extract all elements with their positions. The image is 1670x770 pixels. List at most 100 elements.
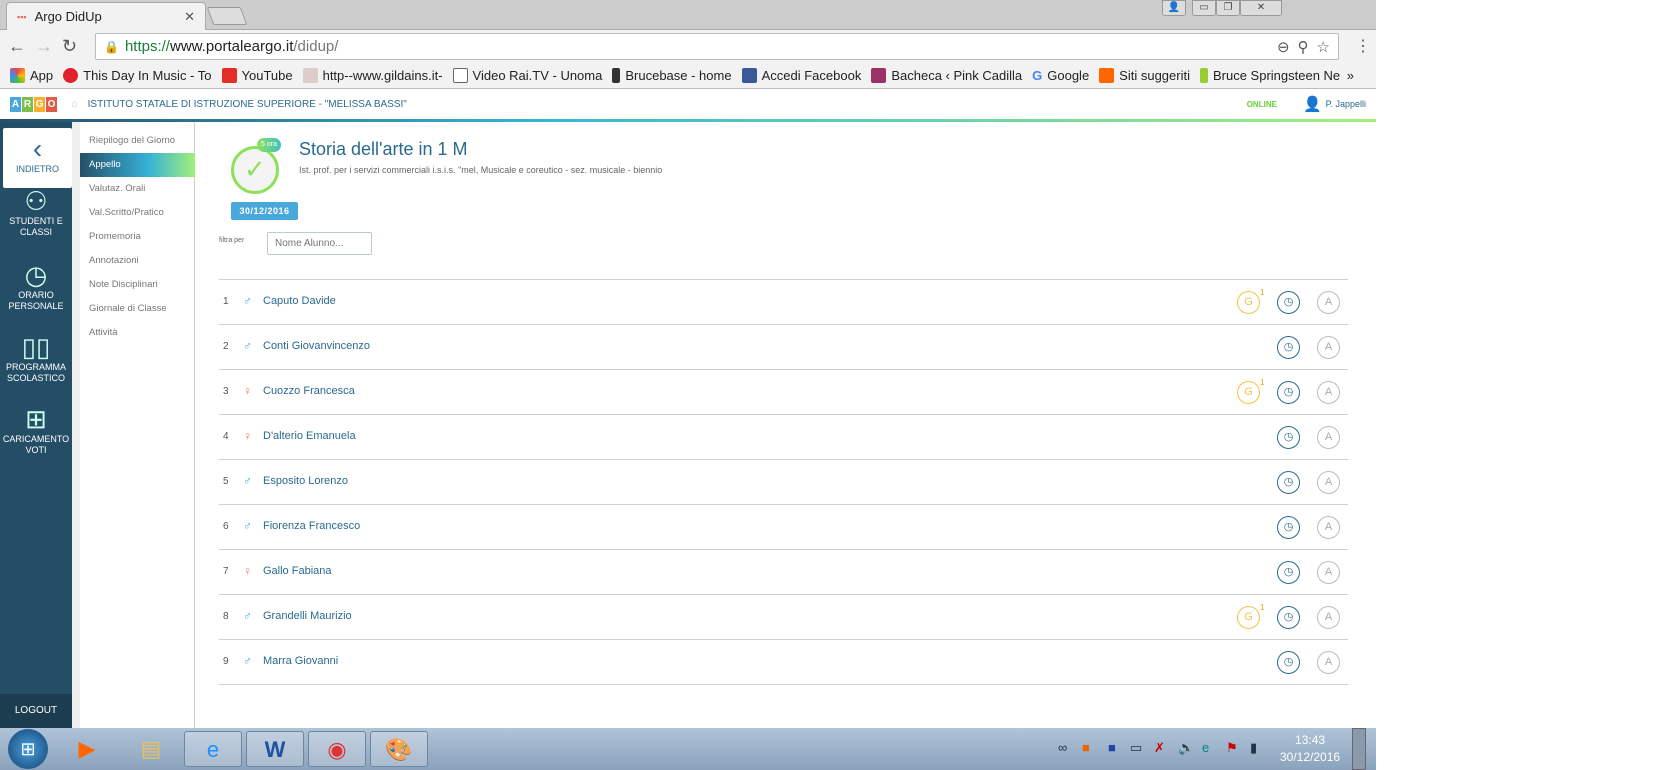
- close-window-button[interactable]: ✕: [1240, 0, 1282, 16]
- more-bookmarks-button[interactable]: »: [1347, 68, 1354, 83]
- absence-button[interactable]: A: [1317, 471, 1340, 494]
- browser-tab[interactable]: ▪▪▪ Argo DidUp ✕: [6, 2, 206, 30]
- start-button[interactable]: ⊞: [8, 729, 48, 769]
- absence-button[interactable]: A: [1317, 561, 1340, 584]
- paint-icon[interactable]: 🎨: [370, 731, 428, 767]
- bookmark[interactable]: G Google: [1032, 68, 1089, 83]
- show-desktop-button[interactable]: [1352, 728, 1366, 770]
- student-name[interactable]: Fiorenza Francesco: [263, 520, 360, 532]
- user-name[interactable]: P. Jappelli: [1326, 99, 1366, 109]
- volume-icon[interactable]: 🔈: [1178, 740, 1194, 756]
- clock-icon[interactable]: ◷: [1277, 336, 1300, 359]
- clock-icon[interactable]: ◷: [1277, 291, 1300, 314]
- bookmark[interactable]: Siti suggeriti: [1099, 67, 1190, 83]
- submenu-item[interactable]: Note Disciplinari: [80, 273, 195, 297]
- display-tray-icon[interactable]: ▭: [1130, 740, 1142, 756]
- close-tab-icon[interactable]: ✕: [184, 9, 195, 25]
- app-tray-icon[interactable]: ■: [1082, 740, 1090, 755]
- bookmark[interactable]: This Day In Music - To: [63, 67, 212, 83]
- profile-icon[interactable]: 👤: [1162, 0, 1186, 16]
- internet-explorer-icon[interactable]: e: [184, 731, 242, 767]
- clock-icon[interactable]: ◷: [1277, 426, 1300, 449]
- chrome-icon[interactable]: ◉: [308, 731, 366, 767]
- forward-arrow-icon[interactable]: →: [35, 36, 53, 57]
- submenu-item-active[interactable]: Appello: [80, 153, 195, 177]
- network-icon[interactable]: ▮: [1250, 740, 1257, 756]
- key-icon[interactable]: ⚲: [1298, 38, 1309, 56]
- submenu-item[interactable]: Giornale di Classe: [80, 297, 195, 321]
- clock-icon[interactable]: ◷: [1277, 561, 1300, 584]
- back-arrow-icon[interactable]: ←: [8, 36, 26, 57]
- media-player-icon[interactable]: ▶: [58, 731, 116, 767]
- youtube-icon: [221, 67, 237, 83]
- bookmark[interactable]: Brucebase - home: [612, 67, 732, 83]
- clock-icon[interactable]: ◷: [1277, 651, 1300, 674]
- clock-icon[interactable]: ◷: [1277, 471, 1300, 494]
- restore-button[interactable]: ❐: [1216, 0, 1240, 16]
- submenu-item[interactable]: Promemoria: [80, 225, 195, 249]
- absence-button[interactable]: A: [1317, 606, 1340, 629]
- submenu-item[interactable]: Attività: [80, 321, 195, 345]
- giustifica-button[interactable]: G: [1237, 606, 1260, 629]
- student-row: 7 ♀ Gallo Fabiana ◷ A: [219, 549, 1348, 594]
- submenu-item[interactable]: Riepilogo del Giorno: [80, 129, 195, 153]
- submenu-item[interactable]: Valutaz. Orali: [80, 177, 195, 201]
- absence-button[interactable]: A: [1317, 336, 1340, 359]
- system-clock[interactable]: 13:43 30/12/2016: [1280, 732, 1340, 766]
- bulb-icon: [1099, 67, 1115, 83]
- user-icon: 👤: [1302, 96, 1322, 113]
- absence-button[interactable]: A: [1317, 426, 1340, 449]
- argo-logo[interactable]: ARGO: [10, 96, 57, 112]
- absence-button[interactable]: A: [1317, 381, 1340, 404]
- zoom-icon[interactable]: ⊖: [1277, 38, 1290, 56]
- star-icon[interactable]: ☆: [1317, 38, 1330, 56]
- logout-button[interactable]: LOGOUT: [0, 694, 72, 728]
- back-button[interactable]: ‹ INDIETRO: [3, 128, 72, 188]
- bookmark-apps[interactable]: App: [10, 67, 53, 83]
- home-icon[interactable]: ⌂: [71, 98, 78, 110]
- sidebar-item-orario[interactable]: ◷ ORARIO PERSONALE: [0, 260, 72, 312]
- student-name[interactable]: Esposito Lorenzo: [263, 475, 348, 487]
- clock-icon[interactable]: ◷: [1277, 516, 1300, 539]
- action-center-icon[interactable]: ⚑: [1226, 740, 1238, 756]
- giustifica-button[interactable]: G: [1237, 381, 1260, 404]
- sidebar-item-caricamento[interactable]: ⊞ CARICAMENTO VOTI: [0, 404, 72, 456]
- student-name[interactable]: Grandelli Maurizio: [263, 610, 352, 622]
- explorer-icon[interactable]: ▤: [122, 731, 180, 767]
- student-name[interactable]: D'alterio Emanuela: [263, 430, 356, 442]
- student-name[interactable]: Gallo Fabiana: [263, 565, 332, 577]
- bookmark[interactable]: http--www.gildains.it-: [302, 67, 443, 83]
- clock-icon[interactable]: ◷: [1277, 381, 1300, 404]
- bookmark[interactable]: Accedi Facebook: [741, 67, 861, 83]
- submenu-item[interactable]: Annotazioni: [80, 249, 195, 273]
- word-icon[interactable]: W: [246, 731, 304, 767]
- submenu-item[interactable]: Val.Scritto/Pratico: [80, 201, 195, 225]
- absence-button[interactable]: A: [1317, 651, 1340, 674]
- student-name[interactable]: Cuozzo Francesca: [263, 385, 355, 397]
- menu-icon[interactable]: ⋮: [1355, 36, 1371, 56]
- bluetooth-tray-icon[interactable]: ■: [1108, 740, 1116, 755]
- bookmark[interactable]: Video Rai.TV - Unoma: [452, 67, 602, 83]
- reload-icon[interactable]: ↻: [62, 36, 77, 57]
- sidebar-item-studenti[interactable]: ⚇ STUDENTI E CLASSI: [0, 186, 72, 238]
- absence-button[interactable]: A: [1317, 291, 1340, 314]
- cloud-tray-icon[interactable]: ∞: [1058, 740, 1067, 755]
- date-badge[interactable]: 30/12/2016: [231, 202, 298, 220]
- eset-icon[interactable]: e: [1202, 740, 1209, 755]
- student-name[interactable]: Marra Giovanni: [263, 655, 338, 667]
- new-tab-button[interactable]: [206, 7, 248, 25]
- row-number: 9: [223, 656, 229, 667]
- minimize-button[interactable]: ▭: [1192, 0, 1216, 16]
- clock-icon[interactable]: ◷: [1277, 606, 1300, 629]
- absence-button[interactable]: A: [1317, 516, 1340, 539]
- power-tray-icon[interactable]: ✗: [1154, 740, 1165, 756]
- student-name[interactable]: Conti Giovanvincenzo: [263, 340, 370, 352]
- bookmark[interactable]: Bacheca ‹ Pink Cadilla: [871, 67, 1022, 83]
- student-search-input[interactable]: [267, 232, 372, 255]
- sidebar-item-programma[interactable]: ▯▯ PROGRAMMA SCOLASTICO: [0, 332, 72, 384]
- address-bar[interactable]: 🔒 https://www.portaleargo.it/didup/ ⊖ ⚲ …: [95, 33, 1339, 60]
- student-name[interactable]: Caputo Davide: [263, 295, 336, 307]
- giustifica-button[interactable]: G: [1237, 291, 1260, 314]
- bookmark[interactable]: YouTube: [221, 67, 293, 83]
- bookmark[interactable]: Bruce Springsteen Ne: [1199, 67, 1340, 83]
